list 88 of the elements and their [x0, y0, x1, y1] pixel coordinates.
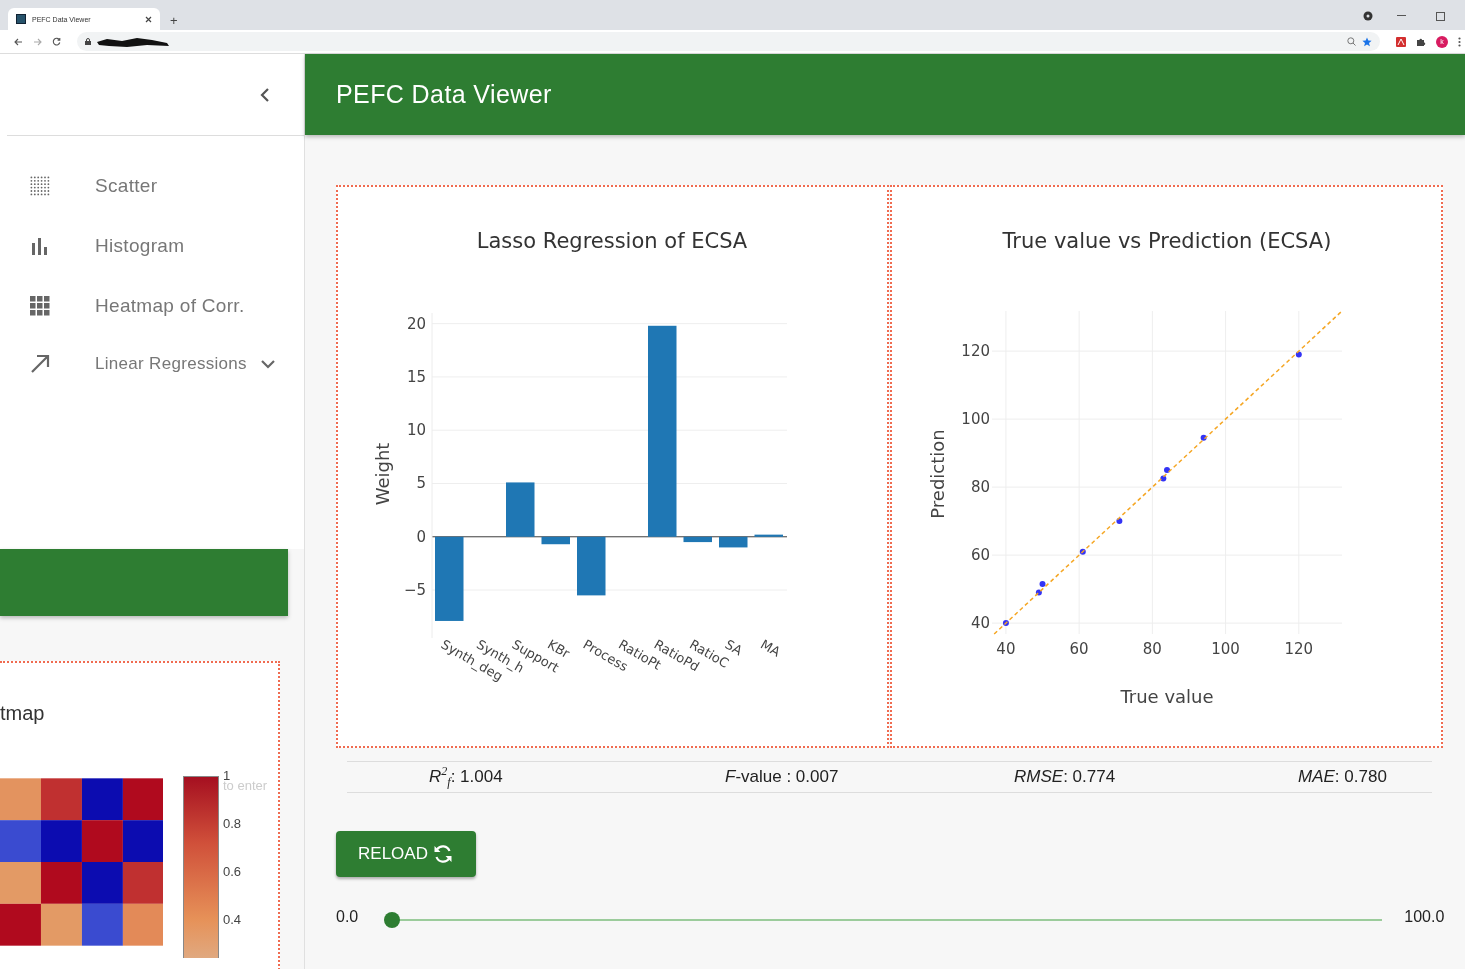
card-title: tmap: [0, 701, 45, 725]
axis-tick-label: 60: [970, 546, 990, 565]
bar: [577, 536, 606, 596]
slider-min-label: 0.0: [336, 908, 359, 926]
axis-tick-label: 15: [406, 367, 426, 386]
metric-text: RMSE: 0.774: [1014, 767, 1117, 787]
axis-tick-label: 80: [970, 478, 990, 497]
bar: [754, 534, 783, 537]
favicon-icon: [16, 14, 26, 24]
heatmap-cell: [40, 820, 82, 862]
zoom-icon[interactable]: [1347, 37, 1356, 46]
metric-text: F-value : 0.007: [725, 767, 840, 787]
colorbar-tick-label: 0.8: [223, 816, 242, 831]
heatmap-cell: [40, 778, 82, 821]
heatmap-cell: [122, 862, 163, 904]
axis-tick-label: 10: [406, 421, 426, 440]
axis-tick-label: 100: [961, 410, 990, 429]
heatmap-cell: [81, 862, 123, 904]
diagonal-arrow-icon: [29, 354, 51, 374]
data-point: [1116, 518, 1123, 525]
axis-title: Weight: [372, 442, 393, 506]
data-point: [1200, 434, 1207, 441]
data-point: [1035, 589, 1042, 596]
heatmap-cell: [122, 778, 163, 821]
reload-icon[interactable]: [52, 37, 61, 46]
app-title: PEFC Data Viewer: [336, 80, 552, 109]
axis-tick-label: 40: [970, 614, 990, 633]
data-point: [1079, 548, 1086, 555]
data-point: [1039, 581, 1046, 587]
star-icon[interactable]: [1362, 36, 1372, 47]
metric-text: MAE: 0.780: [1298, 767, 1388, 787]
menu-item[interactable]: Scatter: [0, 156, 304, 216]
chart-title: True value vs Prediction (ECSA): [1002, 229, 1332, 253]
back-icon[interactable]: [14, 37, 23, 46]
colorbar-tick-label: 0.6: [223, 864, 242, 879]
axis-tick-label: 80: [1142, 640, 1162, 658]
heatmap-cell: [122, 820, 163, 862]
heatmap-cell: [40, 862, 82, 904]
axis-tick-label: −5: [403, 581, 426, 600]
pdf-icon[interactable]: [1396, 36, 1406, 47]
heatmap-cell: [0, 903, 41, 946]
redaction-mark: [97, 36, 169, 47]
menu-icon[interactable]: [1458, 36, 1461, 47]
bar: [719, 536, 748, 548]
reload-button[interactable]: RELOAD: [336, 831, 476, 877]
new-tab-button[interactable]: +: [170, 13, 178, 28]
heatmap-cell: [40, 903, 82, 946]
data-point: [1002, 620, 1009, 627]
chevron-left-icon[interactable]: [260, 86, 270, 103]
slider-thumb[interactable]: [384, 912, 401, 928]
metric-text: R$^{2}$$_{f}$: 1.004: [429, 763, 504, 790]
axis-tick-label: MA: [758, 636, 783, 660]
axis-tick-label: 100: [1211, 640, 1240, 658]
axis-title: Prediction: [927, 429, 948, 519]
bar: [541, 536, 570, 545]
bar: [683, 536, 712, 543]
colorbar-tick-label: 1: [223, 768, 231, 783]
heatmap-cell: [0, 862, 41, 904]
chart-title: Lasso Regression of ECSA: [476, 229, 748, 253]
maximize-icon[interactable]: [1436, 11, 1445, 21]
heatmap-cell: [81, 778, 123, 821]
axis-tick-label: 120: [961, 342, 990, 361]
minimize-icon[interactable]: [1397, 15, 1406, 17]
slider-max-label: 100.0: [1404, 908, 1445, 926]
heatmap-cell: [122, 903, 163, 946]
heatmap-cell: [0, 820, 41, 862]
media-icon[interactable]: [1363, 11, 1373, 21]
axis-tick-label: 120: [1284, 640, 1314, 658]
heatmap-cell: [81, 903, 123, 946]
menu-item[interactable]: Histogram: [0, 216, 304, 276]
puzzle-icon[interactable]: [1416, 36, 1426, 47]
axis-tick-label: 60: [1069, 640, 1089, 658]
lock-icon: [85, 38, 91, 45]
menu-item[interactable]: Heatmap of Corr.: [0, 276, 304, 336]
dot-grid-icon: [29, 175, 51, 197]
axis-title: True value: [1120, 686, 1214, 707]
axis-tick-label: 0: [416, 527, 426, 546]
colorbar-tick-label: 0.4: [223, 912, 242, 927]
menu-item[interactable]: Linear Regressions: [0, 336, 304, 392]
axis-tick-label: 20: [406, 314, 426, 333]
axis-tick-label: 5: [416, 474, 426, 493]
bar: [506, 482, 535, 537]
heatmap-cell: [0, 778, 41, 821]
data-point: [1295, 351, 1302, 358]
heatmap-cell: [81, 820, 123, 862]
axis-tick-label: 40: [996, 640, 1016, 658]
close-icon[interactable]: [145, 15, 152, 23]
grid-icon: [29, 296, 51, 316]
